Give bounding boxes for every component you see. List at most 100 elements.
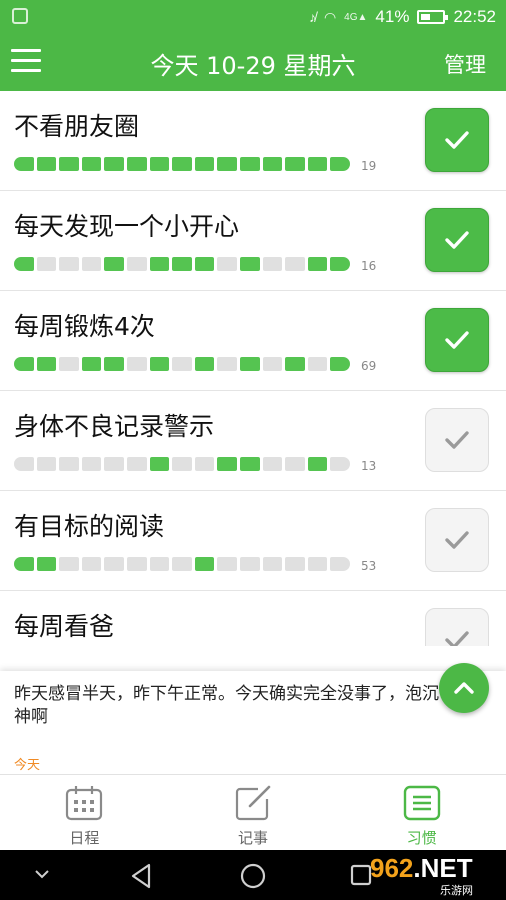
calendar-icon [66,786,103,821]
habit-count: 53 [361,559,377,573]
progress-segment-done [81,357,102,371]
habit-row[interactable]: 身体不良记录警示 13 [0,391,506,491]
check-icon [445,331,469,349]
back-icon[interactable] [127,862,155,890]
progress-segment-done [149,257,170,271]
progress-segment-done [217,157,237,171]
habit-count: 16 [361,259,377,273]
progress-segment-done [307,157,328,171]
check-icon [445,531,469,549]
habit-row[interactable]: 每周看爸 [0,591,506,646]
note-panel[interactable]: 昨天感冒半天，昨下午正常。今天确实完全没事了，泡沉香大神啊 今天 [0,671,506,774]
tab-schedule[interactable]: 日程 [0,775,169,851]
progress-segment-done [239,357,260,371]
habit-name: 每天发现一个小开心 [14,212,240,241]
progress-segment-done [36,557,57,571]
habit-progress-bar [14,257,350,271]
signal-icon: 4G▲ [344,11,368,23]
habit-count: 13 [361,459,377,473]
habit-name: 每周锻炼4次 [14,312,155,341]
progress-segment-done [104,357,124,371]
check-icon [445,431,469,449]
list-icon [403,785,440,821]
progress-segment-done [172,257,192,271]
habit-checkbox[interactable] [425,608,489,646]
watermark-brand: 962.NET [370,853,473,883]
progress-segment-empty [307,557,328,571]
habit-name: 每周看爸 [14,612,115,641]
progress-segment-empty [330,557,350,571]
progress-segment-done [81,157,102,171]
tab-schedule-label: 日程 [69,829,100,847]
progress-segment-empty [285,457,305,471]
progress-segment-done [330,157,350,171]
progress-segment-empty [239,557,260,571]
progress-segment-empty [149,557,170,571]
mute-icon: ♪̸ [308,9,316,25]
recents-icon[interactable] [350,864,372,886]
progress-segment-done [217,457,237,471]
progress-segment-done [307,457,328,471]
progress-segment-done [194,257,215,271]
check-icon [445,131,469,149]
progress-segment-done [172,157,192,171]
progress-segment-done [262,157,283,171]
progress-segment-empty [126,557,147,571]
tab-notes[interactable]: 记事 [169,775,338,851]
app-bar: 今天 10-29 星期六 管理 [0,33,506,91]
progress-segment-empty [126,457,147,471]
progress-segment-empty [81,457,102,471]
habit-count: 69 [361,359,377,373]
habit-checkbox[interactable] [425,308,489,372]
habit-list[interactable]: 不看朋友圈 19 每天发现一个小开心 16 每周锻炼4次 69 身体不良记录警示 13 有目标的… [0,91,506,646]
habit-checkbox[interactable] [425,108,489,172]
status-icons: ♪̸ ◠ 4G▲ 41% 22:52 [309,7,496,27]
tab-habits[interactable]: 习惯 [337,775,506,851]
progress-segment-done [194,157,215,171]
progress-segment-done [239,457,260,471]
watermark-logo: 962.NET 乐游网 [370,853,500,897]
progress-segment-done [149,457,170,471]
progress-segment-done [14,357,34,371]
habit-row[interactable]: 不看朋友圈 19 [0,91,506,191]
progress-segment-done [149,157,170,171]
progress-segment-empty [172,557,192,571]
collapse-up-button[interactable] [439,663,489,713]
progress-segment-empty [330,457,350,471]
progress-segment-empty [262,457,283,471]
progress-segment-empty [217,557,237,571]
progress-segment-empty [307,357,328,371]
habit-count: 19 [361,159,377,173]
progress-segment-done [239,257,260,271]
progress-segment-empty [36,457,57,471]
progress-segment-empty [172,357,192,371]
progress-segment-empty [262,357,283,371]
habit-checkbox[interactable] [425,208,489,272]
habit-row[interactable]: 每周锻炼4次 69 [0,291,506,391]
progress-segment-empty [194,457,215,471]
progress-segment-empty [81,557,102,571]
home-icon[interactable] [239,862,267,890]
check-icon [445,231,469,249]
progress-segment-empty [104,557,124,571]
edit-icon [235,785,271,821]
chevron-down-icon[interactable] [33,868,51,880]
tab-habits-label: 习惯 [406,829,437,847]
battery-percent: 41% [375,7,410,26]
progress-segment-done [330,357,350,371]
habit-row[interactable]: 有目标的阅读 53 [0,491,506,591]
progress-segment-done [14,257,34,271]
manage-button[interactable]: 管理 [444,49,486,79]
progress-segment-done [194,357,215,371]
habit-progress-bar [14,357,350,371]
habit-checkbox[interactable] [425,408,489,472]
check-icon [445,631,469,646]
progress-segment-empty [59,457,79,471]
progress-segment-done [239,157,260,171]
habit-checkbox[interactable] [425,508,489,572]
progress-segment-done [285,357,305,371]
progress-segment-empty [14,457,34,471]
habit-row[interactable]: 每天发现一个小开心 16 [0,191,506,291]
status-bar: ♪̸ ◠ 4G▲ 41% 22:52 [0,0,506,33]
habit-name: 身体不良记录警示 [14,412,215,441]
